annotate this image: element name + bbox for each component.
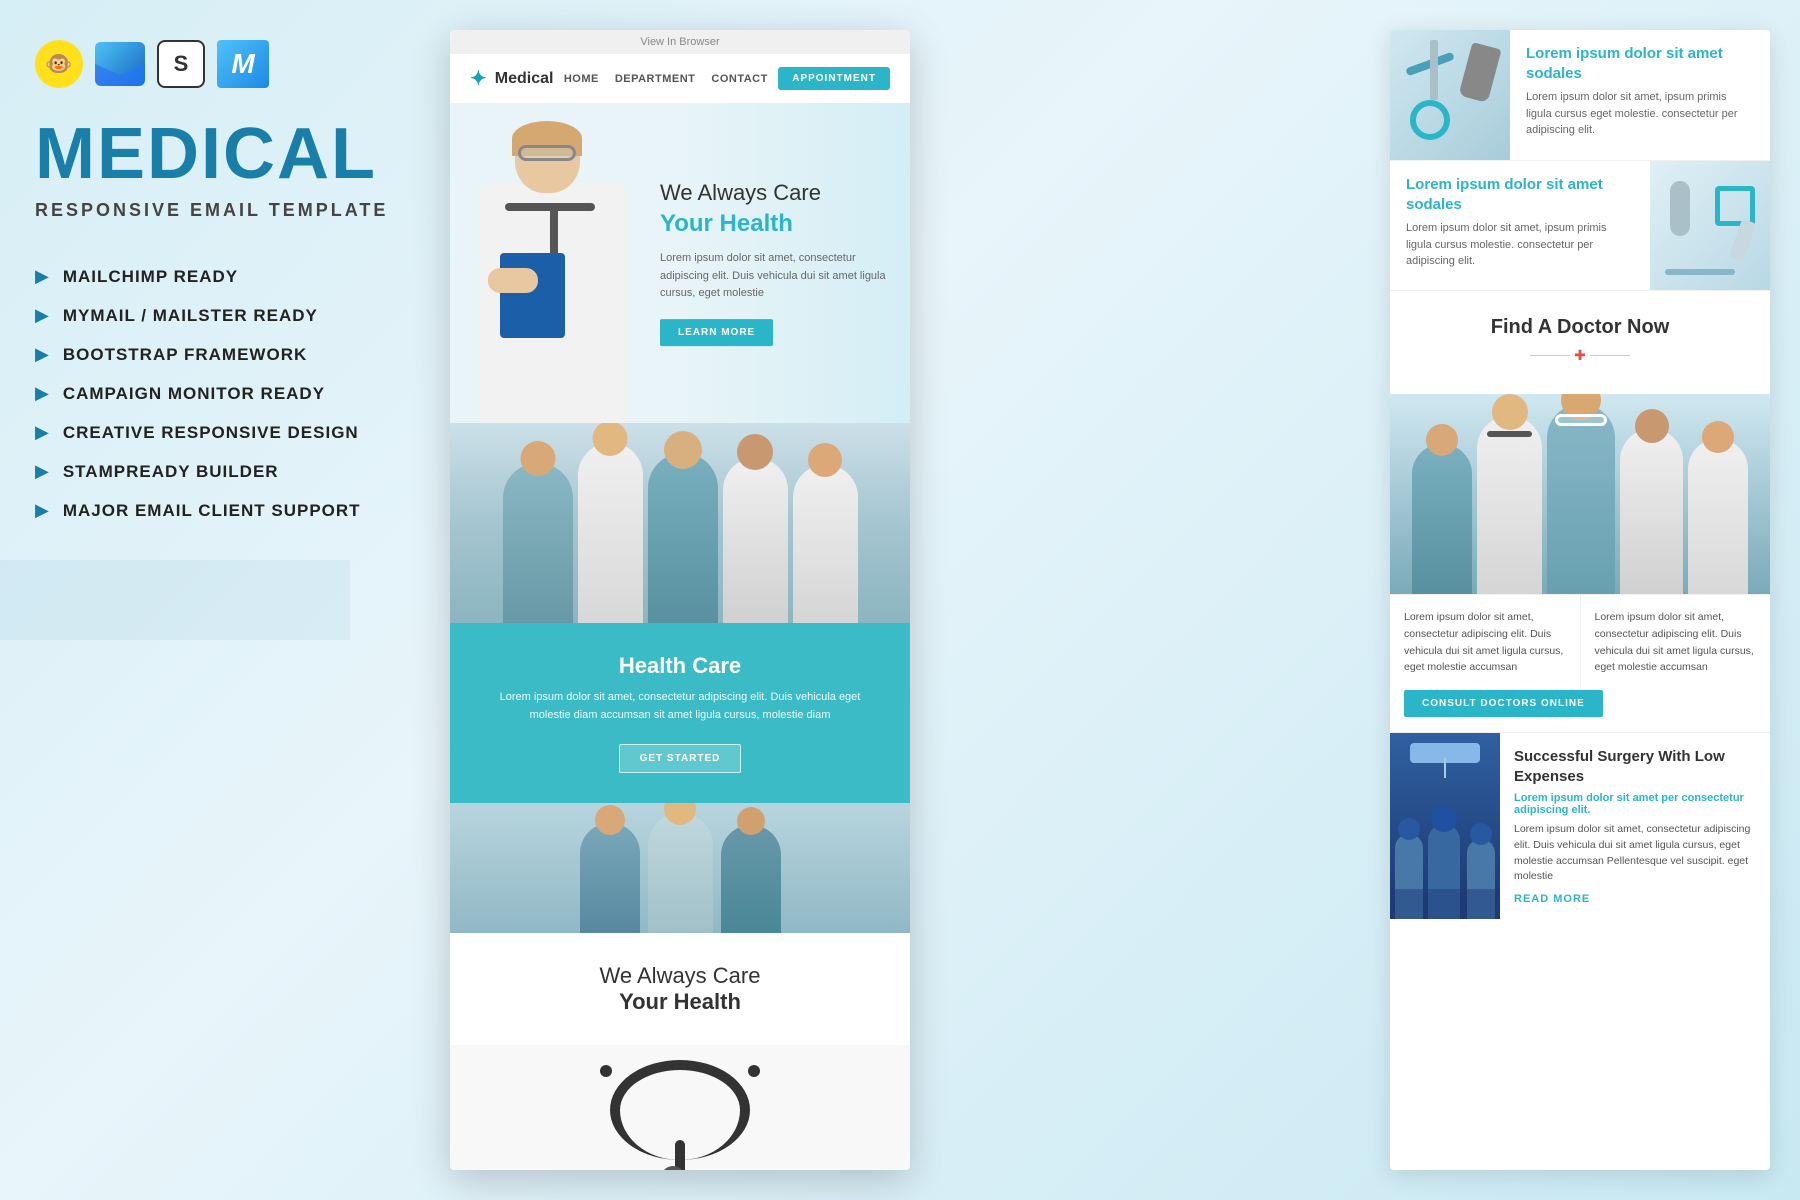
divider-line-left — [1530, 355, 1570, 356]
consult-doctors-button[interactable]: CONSULT DOCTORS ONLINE — [1404, 690, 1603, 717]
get-started-button[interactable]: GET STARTED — [619, 744, 742, 773]
rp-top-card-image — [1390, 30, 1510, 160]
surgery-title: Successful Surgery With Low Expenses — [1514, 747, 1756, 786]
arrow-icon-6: ▶ — [35, 461, 49, 482]
nav-home: HOME — [564, 73, 599, 85]
feature-item-6: ▶ STAMPREADY BUILDER — [35, 461, 395, 482]
divider-line-right — [1590, 355, 1630, 356]
rp-surgery-section: Successful Surgery With Low Expenses Lor… — [1390, 732, 1770, 919]
hero-description: Lorem ipsum dolor sit amet, consectetur … — [660, 250, 890, 303]
consult-btn-wrap: CONSULT DOCTORS ONLINE — [1390, 690, 1770, 732]
left-panel: 🐵 S M MEDICAL RESPONSIVE EMAIL TEMPLATE … — [0, 0, 430, 1200]
rp-mid-card-desc: Lorem ipsum dolor sit amet, ipsum primis… — [1406, 220, 1634, 270]
arrow-icon-3: ▶ — [35, 344, 49, 365]
nav-dept: DEPARTMENT — [615, 73, 696, 85]
feature-item-4: ▶ CAMPAIGN MONITOR READY — [35, 383, 395, 404]
stethoscope-image-area — [450, 1045, 910, 1170]
hero-learn-more-button[interactable]: LEARN MORE — [660, 319, 773, 346]
mymail-icon — [95, 42, 145, 86]
feature-text-6: STAMPREADY BUILDER — [63, 462, 279, 482]
feature-item-1: ▶ MAILCHIMP READY — [35, 266, 395, 287]
feature-text-1: MAILCHIMP READY — [63, 267, 238, 287]
rp-col-right-text: Lorem ipsum dolor sit amet, consectetur … — [1595, 609, 1757, 676]
health-care-description: Lorem ipsum dolor sit amet, consectetur … — [490, 689, 870, 724]
health-care-title: Health Care — [490, 653, 870, 679]
rp-doctors-row — [1412, 404, 1748, 594]
right-panel: Lorem ipsum dolor sit amet sodales Lorem… — [1390, 30, 1770, 1170]
brand-subtitle: RESPONSIVE EMAIL TEMPLATE — [35, 200, 395, 221]
hero-doctor-image — [450, 113, 660, 423]
arrow-icon-5: ▶ — [35, 422, 49, 443]
feature-list: ▶ MAILCHIMP READY ▶ MYMAIL / MAILSTER RE… — [35, 266, 395, 521]
rp-surgery-image — [1390, 733, 1500, 919]
doctors-group-art — [450, 423, 910, 623]
rp-col-right: Lorem ipsum dolor sit amet, consectetur … — [1581, 594, 1771, 690]
doctors-group-image — [450, 423, 910, 623]
section-divider: ✚ — [1410, 347, 1750, 364]
feature-item-5: ▶ CREATIVE RESPONSIVE DESIGN — [35, 422, 395, 443]
email-bottom-preview: We Always Care Your Health — [450, 933, 910, 1045]
feature-text-5: CREATIVE RESPONSIVE DESIGN — [63, 423, 359, 443]
nav-appointment-button[interactable]: APPOINTMENT — [778, 67, 890, 90]
surgery-description: Lorem ipsum dolor sit amet, consectetur … — [1514, 822, 1756, 885]
feature-text-3: BOOTSTRAP FRAMEWORK — [63, 345, 307, 365]
hero-heading2: Your Health — [660, 210, 890, 238]
arrow-icon-4: ▶ — [35, 383, 49, 404]
rp-top-card-title: Lorem ipsum dolor sit amet sodales — [1526, 44, 1754, 83]
rp-mid-card-image — [1650, 161, 1770, 290]
email-hero-section: We Always Care Your Health Lorem ipsum d… — [450, 103, 910, 423]
stampready-icon: S — [157, 40, 205, 88]
bottom-heading1: We Always Care — [490, 963, 870, 989]
email-mockup: View In Browser ✦ Medical HOME DEPARTMEN… — [450, 30, 910, 1170]
view-in-browser-bar: View In Browser — [450, 30, 910, 54]
arrow-icon-1: ▶ — [35, 266, 49, 287]
find-doctor-title: Find A Doctor Now — [1410, 316, 1750, 339]
arrow-icon-2: ▶ — [35, 305, 49, 326]
email-nav: ✦ Medical HOME DEPARTMENT CONTACT APPOIN… — [450, 54, 910, 103]
rp-col-left-text: Lorem ipsum dolor sit amet, consectetur … — [1404, 609, 1566, 676]
rp-mid-card-title: Lorem ipsum dolor sit amet sodales — [1406, 175, 1634, 214]
brand-title: MEDICAL — [35, 118, 395, 190]
logo-cross-icon: ✦ — [470, 66, 487, 91]
rp-two-column: Lorem ipsum dolor sit amet, consectetur … — [1390, 594, 1770, 690]
feature-text-2: MYMAIL / MAILSTER READY — [63, 306, 318, 326]
email-logo: ✦ Medical — [470, 66, 553, 91]
email-nav-links: HOME DEPARTMENT CONTACT — [564, 73, 768, 85]
divider-cross-icon: ✚ — [1574, 347, 1586, 364]
bottom-heading2: Your Health — [490, 989, 870, 1015]
email-provider-icons: 🐵 S M — [35, 40, 395, 88]
mailchimp-icon: 🐵 — [35, 40, 83, 88]
feature-text-7: MAJOR EMAIL CLIENT SUPPORT — [63, 501, 361, 521]
rp-mid-card: Lorem ipsum dolor sit amet sodales Lorem… — [1390, 160, 1770, 290]
surgery-subtitle: Lorem ipsum dolor sit amet per consectet… — [1514, 792, 1756, 816]
find-doctor-section: Find A Doctor Now ✚ — [1390, 290, 1770, 394]
rp-col-left: Lorem ipsum dolor sit amet, consectetur … — [1390, 594, 1581, 690]
rp-doctors-group-image — [1390, 394, 1770, 594]
read-more-link[interactable]: READ MORE — [1514, 893, 1756, 905]
rp-top-card-desc: Lorem ipsum dolor sit amet, ipsum primis… — [1526, 89, 1754, 139]
rp-top-card: Lorem ipsum dolor sit amet sodales Lorem… — [1390, 30, 1770, 160]
rp-mid-card-text: Lorem ipsum dolor sit amet sodales Lorem… — [1390, 161, 1650, 290]
health-care-section: Health Care Lorem ipsum dolor sit amet, … — [450, 623, 910, 803]
feature-text-4: CAMPAIGN MONITOR READY — [63, 384, 325, 404]
rp-top-card-text: Lorem ipsum dolor sit amet sodales Lorem… — [1510, 30, 1770, 160]
bottom-staff-image — [450, 803, 910, 933]
arrow-icon-7: ▶ — [35, 500, 49, 521]
rp-surgery-text: Successful Surgery With Low Expenses Lor… — [1500, 733, 1770, 919]
nav-contact: CONTACT — [711, 73, 767, 85]
hero-heading1: We Always Care — [660, 180, 890, 206]
feature-item-3: ▶ BOOTSTRAP FRAMEWORK — [35, 344, 395, 365]
feature-item-2: ▶ MYMAIL / MAILSTER READY — [35, 305, 395, 326]
hero-text: We Always Care Your Health Lorem ipsum d… — [660, 180, 890, 346]
major-icon: M — [217, 40, 269, 88]
feature-item-7: ▶ MAJOR EMAIL CLIENT SUPPORT — [35, 500, 395, 521]
